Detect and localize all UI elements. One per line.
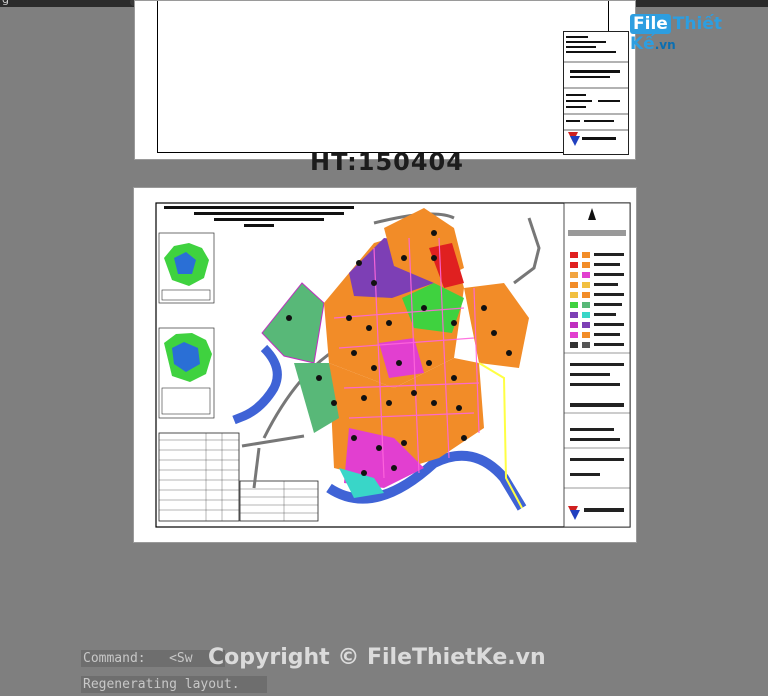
river-west — [232, 344, 282, 425]
summary-table — [239, 480, 319, 522]
key-map-2 — [158, 327, 215, 419]
key-map-1 — [158, 232, 215, 304]
command-history-line: Regenerating layout. — [81, 676, 267, 693]
legend-panel — [563, 202, 631, 528]
command-prompt[interactable]: Command: <Sw — [81, 650, 225, 667]
layout-sheet-upper[interactable] — [134, 0, 636, 160]
filethietke-logo: File Thiết Kế.vn — [630, 14, 722, 54]
boundary-yellow — [478, 362, 523, 509]
plan-title-text — [164, 206, 354, 227]
drawing-caption: HT:150404 — [310, 148, 464, 176]
layout-sheet-master-plan[interactable] — [133, 187, 637, 543]
copyright-watermark: Copyright © FileThietKe.vn — [208, 645, 546, 670]
command-input[interactable]: <Sw — [169, 651, 192, 666]
master-plan-drawing — [155, 202, 631, 528]
title-block-lines — [564, 36, 628, 146]
drawing-frame — [157, 1, 609, 153]
tab-label[interactable]: g — [2, 0, 9, 6]
title-block — [563, 31, 629, 155]
command-label: Command: — [83, 651, 146, 666]
land-use-table — [158, 432, 240, 522]
